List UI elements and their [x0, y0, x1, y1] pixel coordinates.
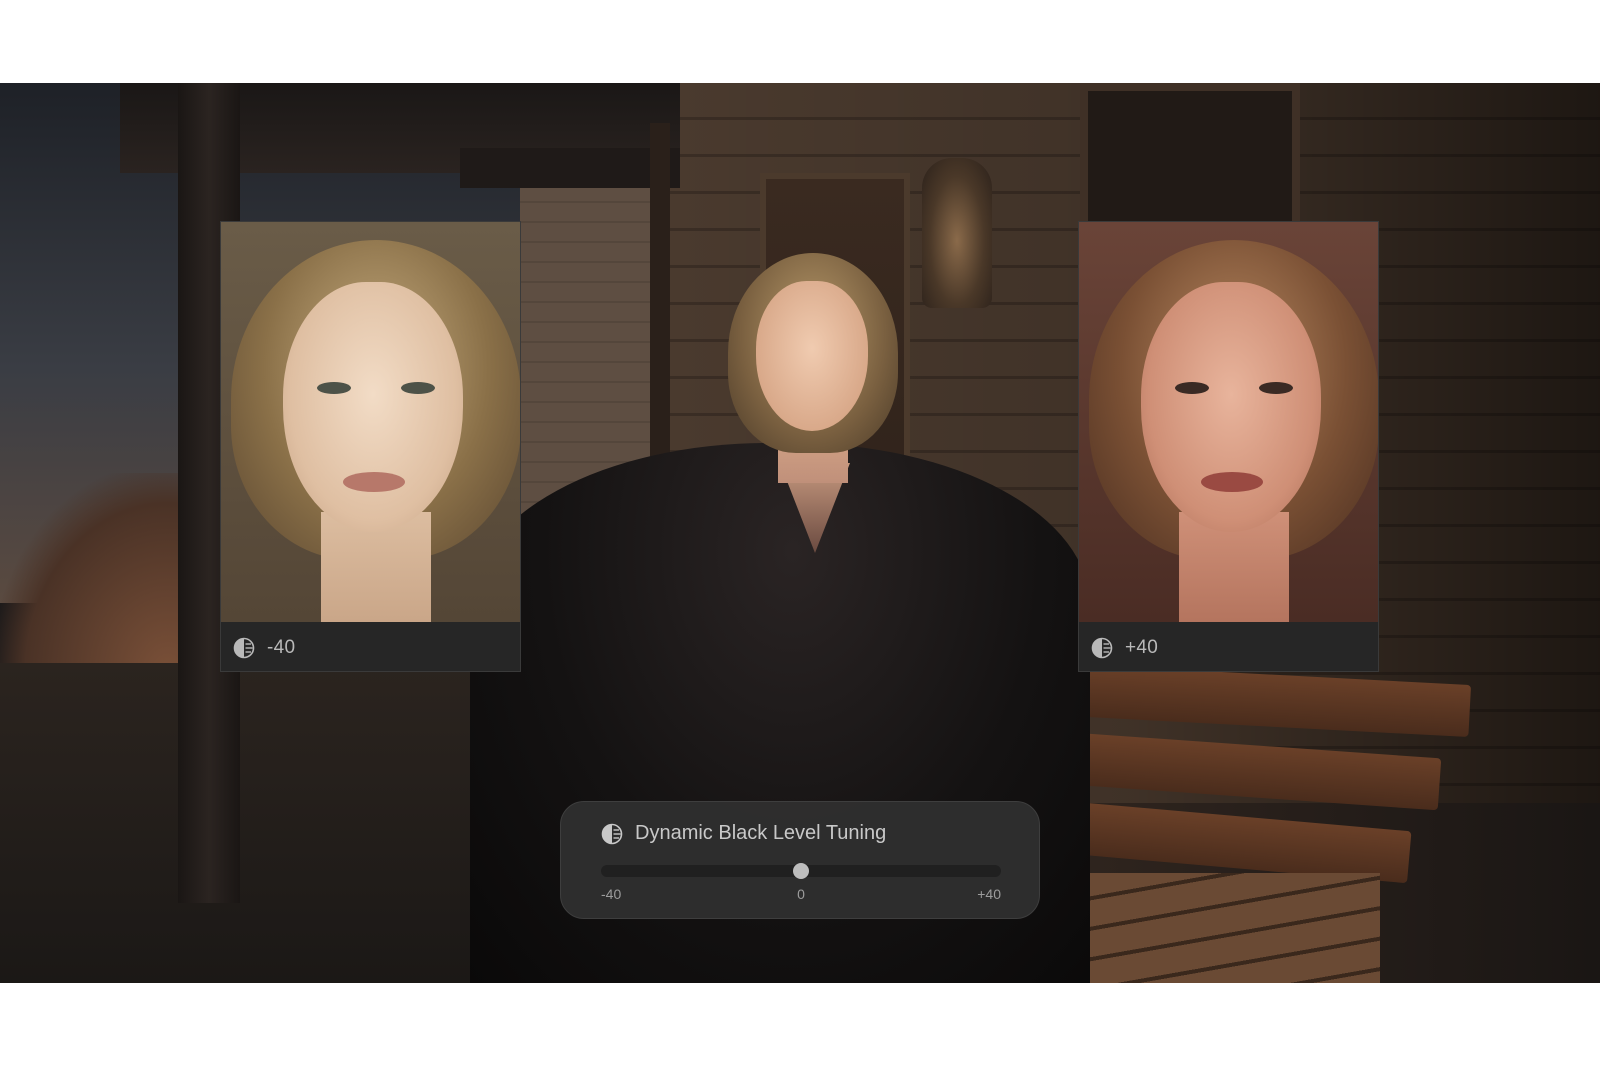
porch-beam — [460, 148, 680, 188]
card-value-label: +40 — [1125, 636, 1159, 658]
black-level-slider[interactable] — [601, 863, 1001, 879]
portrait-closeup — [221, 222, 520, 622]
panel-header: Dynamic Black Level Tuning — [601, 822, 886, 845]
slider-thumb[interactable] — [793, 863, 809, 879]
card-footer: +40 — [1079, 622, 1378, 671]
window — [1080, 83, 1300, 233]
slider-min-label: -40 — [601, 886, 622, 902]
contrast-icon — [1091, 637, 1113, 658]
wall-lantern — [922, 158, 992, 308]
preview-card-plus: +40 — [1078, 221, 1379, 672]
portrait-closeup — [1079, 222, 1378, 622]
contrast-icon — [233, 637, 255, 658]
card-value-label: -40 — [267, 636, 296, 658]
contrast-icon — [601, 823, 623, 844]
woman-face — [756, 281, 868, 431]
card-footer: -40 — [221, 622, 520, 671]
slider-max-label: +40 — [977, 886, 1001, 902]
panel-title: Dynamic Black Level Tuning — [635, 822, 887, 844]
slider-mid-label: 0 — [797, 886, 805, 902]
black-level-control-panel: Dynamic Black Level Tuning -40 0 +40 — [560, 801, 1040, 919]
preview-card-minus: -40 — [220, 221, 521, 672]
